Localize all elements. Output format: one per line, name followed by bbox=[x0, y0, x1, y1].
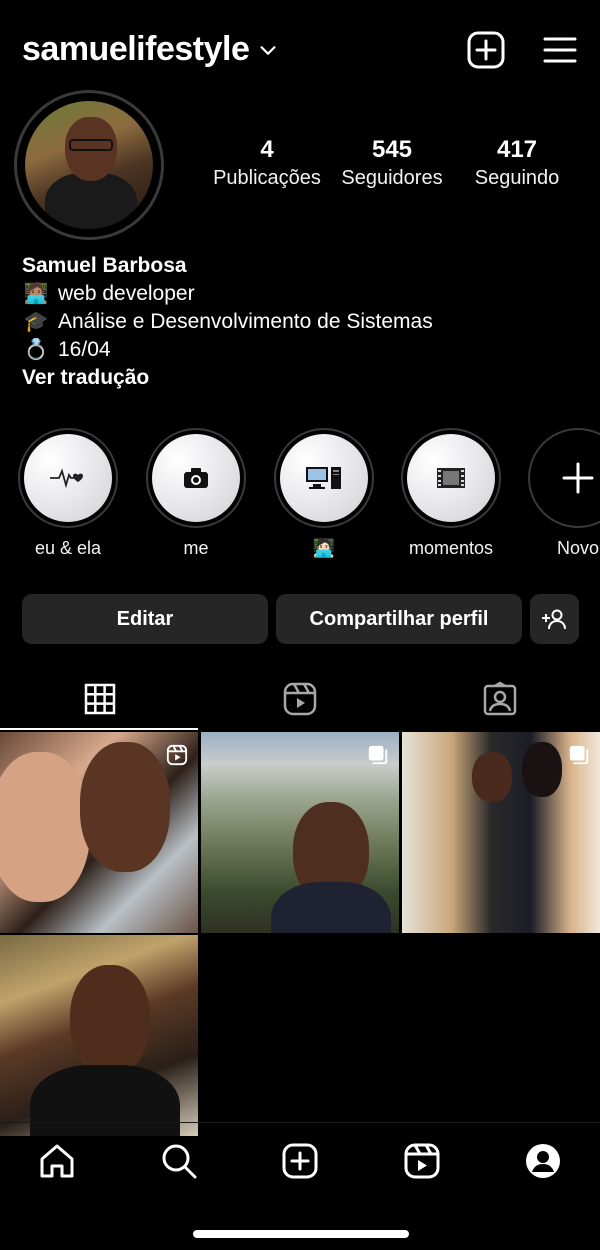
chevron-down-icon bbox=[260, 45, 276, 55]
search-icon bbox=[162, 1144, 197, 1179]
discover-people-button[interactable] bbox=[530, 594, 579, 644]
posts-count[interactable]: 4 Publicações bbox=[202, 136, 332, 192]
nav-home[interactable] bbox=[35, 1139, 79, 1183]
tab-tagged[interactable] bbox=[400, 668, 600, 730]
bottom-navigation bbox=[0, 1122, 600, 1202]
profile-name: Samuel Barbosa bbox=[22, 254, 187, 277]
reels-icon bbox=[166, 744, 188, 766]
plus-icon bbox=[562, 462, 594, 494]
highlight-eu-ela[interactable]: eu & ela bbox=[13, 428, 123, 559]
highlight-momentos[interactable]: momentos bbox=[396, 428, 506, 559]
highlight-me[interactable]: me bbox=[141, 428, 251, 559]
top-bar: samuelifestyle bbox=[0, 24, 600, 76]
reels-icon bbox=[404, 1143, 440, 1179]
highlight-new[interactable]: Novo bbox=[523, 428, 600, 559]
grid-icon bbox=[84, 683, 116, 715]
edit-profile-button[interactable]: Editar bbox=[22, 594, 268, 644]
computer-icon bbox=[306, 467, 341, 489]
post-thumbnail[interactable] bbox=[402, 732, 600, 933]
highlight-developer[interactable]: 🧑🏻‍💻 bbox=[269, 428, 379, 559]
nav-create[interactable] bbox=[278, 1139, 322, 1183]
home-icon bbox=[40, 1144, 74, 1178]
bio-line: 🎓 Análise e Desenvolvimento de Sistemas bbox=[22, 308, 433, 336]
nav-search[interactable] bbox=[157, 1139, 201, 1183]
followers-count[interactable]: 545 Seguidores bbox=[327, 136, 457, 192]
share-profile-button[interactable]: Compartilhar perfil bbox=[276, 594, 522, 644]
post-thumbnail[interactable] bbox=[201, 732, 399, 933]
tagged-icon bbox=[483, 681, 517, 716]
following-count[interactable]: 417 Seguindo bbox=[452, 136, 582, 192]
graduation-cap-emoji: 🎓 bbox=[23, 311, 49, 333]
profile-bio: Samuel Barbosa 🧑🏽‍💻 web developer 🎓 Anál… bbox=[22, 252, 433, 392]
story-highlights: eu & ela me 🧑🏻‍💻 momentos Novo bbox=[0, 428, 600, 568]
heartbeat-icon bbox=[50, 468, 83, 489]
username: samuelifestyle bbox=[22, 30, 250, 68]
avatar-image bbox=[25, 101, 153, 229]
tab-posts-grid[interactable] bbox=[0, 668, 200, 730]
bio-line: 💍 16/04 bbox=[22, 336, 433, 364]
developer-emoji: 🧑🏽‍💻 bbox=[23, 283, 49, 305]
bio-line: 🧑🏽‍💻 web developer bbox=[22, 280, 433, 308]
film-icon bbox=[437, 468, 465, 488]
carousel-icon bbox=[368, 745, 388, 765]
carousel-icon bbox=[569, 745, 589, 765]
post-thumbnail[interactable] bbox=[0, 935, 198, 1136]
menu-icon[interactable] bbox=[540, 30, 580, 70]
nav-reels[interactable] bbox=[400, 1139, 444, 1183]
home-indicator[interactable] bbox=[193, 1230, 409, 1238]
tab-reels[interactable] bbox=[200, 668, 400, 730]
see-translation-link[interactable]: Ver tradução bbox=[22, 364, 433, 392]
add-post-icon[interactable] bbox=[466, 30, 506, 70]
ring-emoji: 💍 bbox=[23, 339, 49, 361]
nav-profile[interactable] bbox=[521, 1139, 565, 1183]
camera-icon bbox=[184, 468, 208, 488]
account-switcher[interactable]: samuelifestyle bbox=[22, 30, 279, 69]
add-person-icon bbox=[541, 609, 566, 630]
profile-avatar[interactable] bbox=[14, 90, 164, 240]
reels-icon bbox=[283, 682, 317, 716]
profile-icon bbox=[526, 1144, 560, 1178]
profile-actions: Editar Compartilhar perfil bbox=[22, 594, 582, 644]
create-icon bbox=[282, 1143, 318, 1179]
content-tabs bbox=[0, 668, 600, 730]
post-thumbnail[interactable] bbox=[0, 732, 198, 933]
